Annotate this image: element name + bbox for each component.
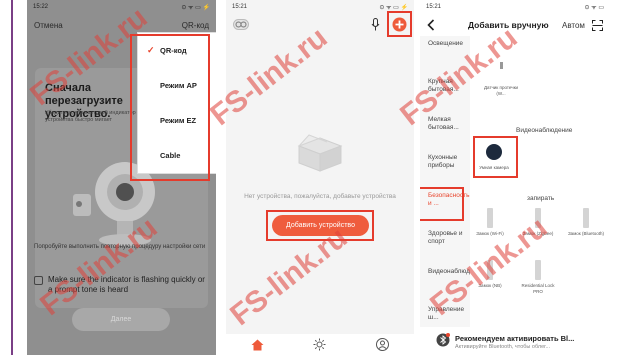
lock-icon <box>531 208 545 228</box>
status-icons: ⊙ ᯤ ▭ ⚡ <box>181 5 210 11</box>
status-bar: 15:21 ⊙ ᯤ ▭ ⚡ <box>226 0 414 14</box>
device-tile-label: Датчик протечки (W... <box>483 85 519 96</box>
tab-auto-scan[interactable]: Автом <box>562 21 585 30</box>
status-time: 15:21 <box>426 4 442 10</box>
status-time: 15:21 <box>232 4 248 10</box>
status-bar: 15:22 ⊙ ᯤ ▭ ⚡ <box>27 0 216 14</box>
lock-icon <box>531 260 545 280</box>
lock-icon <box>483 208 497 228</box>
lock-icon <box>483 260 497 280</box>
confirm-checkbox[interactable] <box>34 276 43 285</box>
category-item[interactable]: Крупная бытовая... <box>420 74 466 112</box>
device-tile[interactable]: Датчик протечки (W... <box>481 62 521 96</box>
left-frame-line <box>11 0 13 355</box>
highlight-box-security <box>420 187 464 221</box>
banner-subtitle: Активируйте Bluetooth, чтобы облег... <box>455 344 551 350</box>
device-tile-label: Замок (Bluetooth) <box>567 231 605 236</box>
scan-icon[interactable] <box>592 19 603 31</box>
lock-tile[interactable]: Замок (Bluetooth) <box>566 208 606 237</box>
category-item[interactable]: Кухонные приборы <box>420 150 466 188</box>
empty-box-icon <box>297 134 343 172</box>
screen-home-empty: 15:21 ⊙ ᯤ ▭ ⚡ Нет устройства, пожалуйста… <box>226 0 414 355</box>
screen-add-manually: 15:21 ⊙ ᯤ ▭ Добавить вручную Автом Освещ… <box>420 0 610 355</box>
reset-instruction: Попробуйте выполнить повторную процедуру… <box>34 244 206 250</box>
device-tile-label: Residential Lock PRO <box>521 283 555 294</box>
microphone-icon[interactable] <box>371 18 380 31</box>
home-icon[interactable] <box>251 339 264 351</box>
highlight-box-camera <box>473 136 518 178</box>
status-time: 15:22 <box>33 4 49 10</box>
cancel-button[interactable]: Отмена <box>34 21 63 30</box>
page-title: Добавить вручную <box>468 20 549 30</box>
category-item[interactable]: Здоровье и спорт <box>420 226 466 264</box>
back-arrow-icon[interactable] <box>427 19 435 31</box>
highlight-box-add-device <box>266 210 374 241</box>
lock-tile[interactable]: Residential Lock PRO <box>518 260 558 294</box>
category-item[interactable]: Видеонаблюдение <box>420 264 484 302</box>
lock-icon <box>579 208 593 228</box>
profile-icon[interactable] <box>376 338 390 351</box>
status-icons: ⊙ ᯤ ▭ <box>584 5 604 11</box>
bottom-tab-bar <box>226 334 414 355</box>
top-bar <box>226 11 414 37</box>
leak-sensor-icon <box>494 62 508 82</box>
screen-reset-device: 15:22 ⊙ ᯤ ▭ ⚡ Отмена QR-код Сначала пере… <box>27 0 216 355</box>
category-item[interactable]: Мелкая бытовая... <box>420 112 466 150</box>
qr-mode-button[interactable]: QR-код <box>182 21 209 30</box>
lock-tile[interactable]: Замок (NB) <box>470 260 510 289</box>
section-video: Видеонаблюдение <box>516 127 573 134</box>
banner-title: Рекомендуем активировать Bl... <box>455 334 575 343</box>
confirm-checkbox-label: Make sure the indicator is flashing quic… <box>48 275 205 294</box>
top-bar: Добавить вручную Автом <box>420 14 610 36</box>
bluetooth-icon <box>436 333 450 347</box>
status-bar: 15:21 ⊙ ᯤ ▭ <box>420 0 610 14</box>
device-tile-label: Замок (Wi-Fi) <box>476 231 504 236</box>
highlight-box-add <box>387 11 412 37</box>
empty-state-text: Нет устройства, пожалуйста, добавьте уст… <box>244 193 396 200</box>
device-grid: Датчик протечки (W... Видеонаблюдение Ум… <box>470 36 610 336</box>
device-tile-label: Замок (NB) <box>478 283 502 288</box>
lock-tile[interactable]: Замок (Zigbee) <box>518 208 558 237</box>
section-locks: запирать <box>527 195 555 202</box>
sun-icon[interactable] <box>313 338 326 351</box>
device-tile-label: Замок (Zigbee) <box>522 231 554 236</box>
lock-tile[interactable]: Замок (Wi-Fi) <box>470 208 510 237</box>
highlight-box-menu <box>130 34 210 181</box>
bluetooth-banner[interactable]: Рекомендуем активировать Bl... Активируй… <box>420 327 610 355</box>
category-item[interactable]: Освещение <box>420 36 466 74</box>
next-button[interactable]: Далее <box>72 308 170 331</box>
status-icons: ⊙ ᯤ ▭ ⚡ <box>379 5 408 11</box>
home-switch-icon[interactable] <box>233 19 249 30</box>
